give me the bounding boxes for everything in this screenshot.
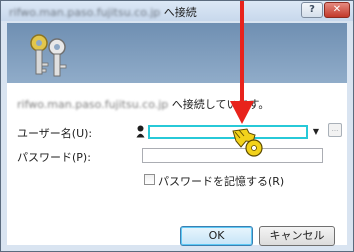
close-button[interactable]: ✕	[324, 2, 350, 18]
dialog-content: rifwo.man.paso.fujitsu.co.jp へ接続しています。 ユ…	[7, 83, 347, 246]
dialog-banner	[7, 23, 347, 83]
title-suffix: へ接続	[163, 6, 197, 19]
help-button[interactable]: ?	[301, 2, 323, 18]
remember-password-label[interactable]: パスワードを記憶する(R)	[158, 173, 284, 189]
connecting-suffix: へ接続しています。	[171, 98, 270, 111]
browse-button[interactable]: ...	[328, 123, 342, 137]
username-input[interactable]	[148, 125, 308, 139]
password-input[interactable]	[142, 148, 323, 163]
user-icon	[136, 125, 145, 138]
connecting-message: rifwo.man.paso.fujitsu.co.jp へ接続しています。	[17, 96, 269, 112]
remember-password-checkbox[interactable]	[144, 174, 155, 185]
username-combobox[interactable]: ▼	[134, 125, 322, 139]
keys-icon	[30, 34, 67, 77]
ok-button[interactable]: OK	[180, 226, 253, 246]
chevron-down-icon[interactable]: ▼	[311, 125, 321, 139]
network-credentials-dialog: rifwo.man.paso.fujitsu.co.jp へ接続 ? ✕ rif…	[0, 0, 354, 252]
username-label: ユーザー名(U):	[17, 127, 93, 140]
password-label: パスワード(P):	[17, 151, 91, 164]
connecting-host: rifwo.man.paso.fujitsu.co.jp	[17, 98, 169, 111]
cancel-button[interactable]: キャンセル	[259, 226, 335, 246]
title-bar[interactable]: rifwo.man.paso.fujitsu.co.jp へ接続 ? ✕	[1, 1, 353, 21]
window-title: rifwo.man.paso.fujitsu.co.jp へ接続	[9, 4, 197, 20]
title-host: rifwo.man.paso.fujitsu.co.jp	[9, 6, 161, 19]
